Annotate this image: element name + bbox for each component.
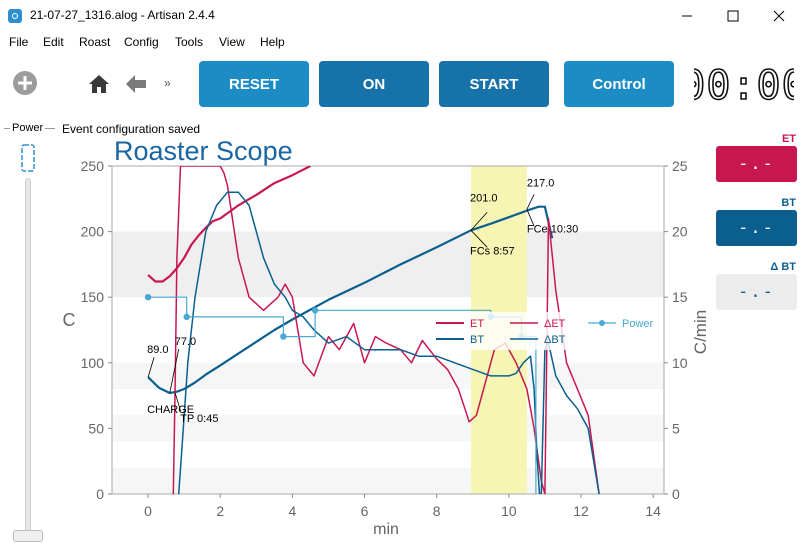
et-readout: -.-: [716, 146, 797, 182]
timer-display: 00:00: [694, 62, 794, 106]
plot-band: [112, 467, 664, 494]
y2-tick-label: 25: [672, 158, 688, 174]
x-tick-label: 12: [573, 503, 589, 519]
annotation-fcs-label: FCs 8:57: [470, 245, 515, 257]
reset-button[interactable]: RESET: [199, 61, 309, 107]
annotation-fcs-temp: 201.0: [470, 192, 498, 204]
timer-value: 00:00: [694, 63, 794, 106]
y2-axis-label: C/min: [691, 310, 710, 354]
close-icon: [773, 10, 785, 22]
artisan-app-icon: [8, 9, 22, 23]
menu-bar: File Edit Roast Config Tools View Help: [0, 32, 802, 52]
window-title: 21-07-27_1316.alog - Artisan 2.4.4: [30, 8, 215, 22]
minimize-icon: [682, 15, 692, 17]
legend-label: ΔET: [544, 318, 566, 330]
back-arrow-icon[interactable]: [125, 74, 147, 94]
on-button[interactable]: ON: [319, 61, 429, 107]
minimize-button[interactable]: [664, 0, 710, 32]
power-label-line-right: [45, 128, 55, 129]
y2-tick-label: 5: [672, 420, 680, 436]
y2-tick-label: 20: [672, 224, 688, 240]
y-tick-label: 0: [96, 486, 104, 502]
bt-readout: -.-: [716, 210, 797, 246]
power-marker: [280, 333, 287, 340]
maximize-button[interactable]: [710, 0, 756, 32]
bt-readout-value: -.-: [738, 218, 775, 238]
power-marker: [183, 313, 190, 321]
roast-chart: 05010015020025005101520250 2 4 6 8 10 12 14minC…: [63, 136, 711, 538]
menu-edit[interactable]: Edit: [43, 35, 64, 49]
et-readout-label: ET: [781, 133, 796, 145]
menu-file[interactable]: File: [9, 35, 28, 49]
y2-tick-label: 0: [672, 486, 680, 502]
x-tick-label: 4: [288, 503, 296, 519]
power-label-line-left: [4, 128, 10, 129]
legend-label: ET: [470, 318, 484, 330]
y-tick-label: 250: [81, 158, 105, 174]
chart-title: Roaster Scope: [114, 136, 293, 166]
title-bar: 21-07-27_1316.alog - Artisan 2.4.4: [0, 0, 802, 32]
x-tick-label: 6: [361, 503, 369, 519]
control-button[interactable]: Control: [564, 61, 674, 107]
y-tick-label: 200: [81, 224, 105, 240]
power-marker: [144, 294, 152, 301]
add-icon[interactable]: [12, 70, 38, 96]
x-axis-label: min: [373, 521, 399, 538]
y-tick-label: 50: [88, 420, 104, 436]
legend-label: ΔBT: [544, 334, 566, 346]
maximize-icon: [727, 10, 739, 22]
close-button[interactable]: [756, 0, 802, 32]
legend-marker: [599, 320, 605, 326]
toolbar-overflow-icon[interactable]: »: [164, 76, 171, 90]
power-marker: [311, 307, 319, 314]
y-tick-label: 100: [81, 355, 105, 371]
start-button[interactable]: START: [439, 61, 549, 107]
chart-legend: ET ΔET Power BT ΔBT: [432, 312, 662, 350]
x-tick-label: 2: [216, 503, 224, 519]
home-icon[interactable]: [88, 74, 110, 94]
y-tick-label: 150: [81, 289, 105, 305]
x-tick-label: 0: [144, 503, 152, 519]
annotation-charge-temp: 89.0: [147, 344, 168, 356]
power-label: Power: [12, 122, 44, 134]
y2-tick-label: 15: [672, 289, 688, 305]
et-readout-value: -.-: [738, 154, 775, 174]
menu-help[interactable]: Help: [260, 35, 285, 49]
legend-label: BT: [470, 334, 484, 346]
menu-tools[interactable]: Tools: [175, 35, 203, 49]
menu-roast[interactable]: Roast: [79, 35, 110, 49]
annotation-fce-temp: 217.0: [527, 177, 555, 189]
annotation-fce-label: FCe 10:30: [527, 223, 578, 235]
x-tick-label: 10: [501, 503, 517, 519]
annotation-tp-temp: 77.0: [175, 336, 196, 348]
plot-band: [112, 362, 664, 390]
legend-label: Power: [622, 318, 654, 330]
annotation-tp-label: TP 0:45: [180, 413, 218, 425]
menu-view[interactable]: View: [219, 35, 245, 49]
bt-readout-label: BT: [781, 197, 796, 209]
delta-bt-readout-label: Δ BT: [770, 261, 796, 273]
y2-tick-label: 10: [672, 355, 688, 371]
menu-config[interactable]: Config: [124, 35, 159, 49]
x-tick-label: 8: [433, 503, 441, 519]
x-tick-label: 14: [645, 503, 661, 519]
y-axis-label: C: [63, 310, 76, 330]
roast-chart-area: 0 50 100 150 200 250 0 5 10 15 20 25 0 2 4 6 8 10 12 14 min C…: [0, 134, 712, 544]
delta-bt-readout-value: -.-: [738, 282, 775, 302]
delta-bt-readout: -.-: [716, 274, 797, 310]
